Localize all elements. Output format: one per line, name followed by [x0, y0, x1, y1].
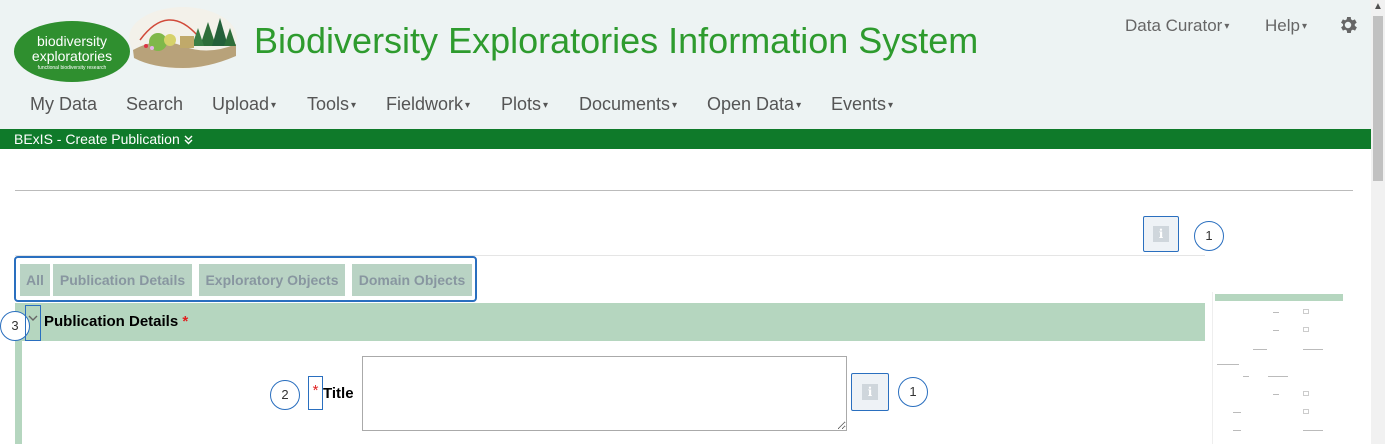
title-field[interactable]: [362, 356, 847, 431]
caret-down-icon: ▾: [543, 99, 549, 111]
nav-plots-label: Plots: [501, 94, 542, 114]
brand-logo[interactable]: biodiversity exploratories functional bi…: [14, 21, 130, 82]
logo-line-2: exploratories: [31, 48, 113, 64]
page-scrollbar[interactable]: ▲: [1371, 0, 1385, 444]
caret-down-icon: ▾: [1224, 21, 1230, 33]
double-chevron-down-icon: [184, 135, 193, 145]
nav-documents[interactable]: Documents ▾: [579, 94, 677, 115]
required-marker: *: [182, 313, 189, 330]
thumbnail-header: [1215, 294, 1343, 301]
scroll-up-arrow-icon[interactable]: ▲: [1371, 0, 1385, 14]
tab-all[interactable]: All: [20, 264, 50, 296]
app-title: Biodiversity Exploratories Information S…: [254, 20, 979, 61]
nav-search[interactable]: Search: [126, 94, 183, 115]
section-tabs: All Publication Details Exploratory Obje…: [14, 256, 477, 302]
title-info-button[interactable]: i: [851, 373, 889, 411]
breadcrumb-menu[interactable]: BExIS - Create Publication: [14, 131, 193, 147]
nav-upload[interactable]: Upload ▾: [212, 94, 276, 115]
nav-open-data-label: Open Data: [707, 94, 795, 114]
help-marker-1: 1: [898, 377, 928, 407]
caret-down-icon: ▾: [465, 99, 471, 111]
nav-my-data[interactable]: My Data: [30, 94, 97, 115]
help-marker-1: 1: [1194, 221, 1224, 251]
info-icon: i: [862, 384, 878, 400]
logo-line-1: biodiversity: [36, 33, 108, 49]
section-title-text: Publication Details: [44, 313, 179, 330]
user-menu-label: Data Curator: [1125, 16, 1223, 35]
nav-fieldwork-label: Fieldwork: [386, 94, 464, 114]
nav-tools-label: Tools: [307, 94, 350, 114]
gear-icon[interactable]: [1337, 14, 1359, 36]
title-label: Title: [323, 385, 354, 402]
caret-down-icon: ▾: [1301, 21, 1307, 33]
divider: [15, 190, 1353, 191]
caret-down-icon: ▾: [796, 99, 802, 111]
breadcrumb-label: BExIS - Create Publication: [14, 131, 180, 147]
form-overview-thumbnail[interactable]: [1212, 292, 1345, 444]
logo-line-3: functional biodiversity research: [37, 65, 107, 71]
help-menu[interactable]: Help ▾: [1265, 16, 1307, 36]
help-menu-label: Help: [1265, 16, 1300, 35]
caret-down-icon: ▾: [672, 99, 678, 111]
landscape-logo-image: [129, 7, 237, 69]
section-title: Publication Details *: [44, 313, 188, 330]
app-header: biodiversity exploratories functional bi…: [0, 0, 1371, 129]
required-marker: *: [308, 376, 323, 410]
breadcrumb: BExIS - Create Publication: [0, 129, 1371, 149]
nav-open-data[interactable]: Open Data ▾: [707, 94, 801, 115]
nav-upload-label: Upload: [212, 94, 270, 114]
info-icon: i: [1153, 226, 1169, 242]
help-marker-2: 2: [270, 380, 300, 410]
section-border: [15, 341, 22, 444]
nav-events-label: Events: [831, 94, 887, 114]
tab-publication-details[interactable]: Publication Details: [53, 264, 192, 296]
tab-exploratory-objects[interactable]: Exploratory Objects: [199, 264, 345, 296]
nav-events[interactable]: Events ▾: [831, 94, 893, 115]
scrollbar-thumb[interactable]: [1373, 16, 1383, 181]
tab-domain-objects[interactable]: Domain Objects: [352, 264, 472, 296]
nav-documents-label: Documents: [579, 94, 671, 114]
nav-tools[interactable]: Tools ▾: [307, 94, 356, 115]
caret-down-icon: ▾: [351, 99, 357, 111]
section-header: [15, 303, 1205, 341]
caret-down-icon: ▾: [888, 99, 894, 111]
nav-plots[interactable]: Plots ▾: [501, 94, 548, 115]
page-info-button[interactable]: i: [1143, 216, 1179, 252]
caret-down-icon: ▾: [271, 99, 277, 111]
section-toggle-button[interactable]: [25, 305, 41, 341]
chevron-down-icon: [28, 315, 38, 321]
user-menu[interactable]: Data Curator ▾: [1125, 16, 1229, 36]
nav-fieldwork[interactable]: Fieldwork ▾: [386, 94, 470, 115]
